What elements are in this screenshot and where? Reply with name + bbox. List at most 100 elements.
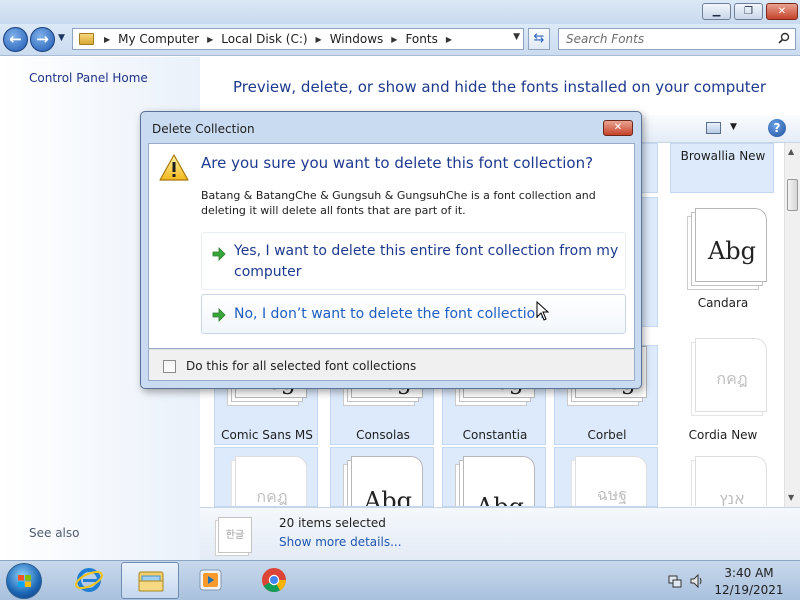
delete-collection-dialog: Delete Collection ✕ Are you sure you wan… (140, 111, 642, 389)
font-tile-cordia-new[interactable]: กคฎ Cordia New (670, 337, 774, 445)
volume-icon[interactable] (690, 574, 704, 588)
breadcrumb-local-disk[interactable]: Local Disk (C:) (218, 32, 310, 46)
internet-explorer-icon (75, 568, 103, 592)
taskbar-internet-explorer[interactable] (60, 562, 118, 599)
search-icon[interactable] (778, 32, 790, 44)
green-arrow-icon (212, 247, 226, 261)
font-file-icon: Abg (463, 456, 535, 507)
maximize-button[interactable]: ❐ (734, 3, 763, 20)
refresh-button[interactable]: ⇆ (528, 28, 550, 50)
taskbar: 3:40 AM 12/19/2021 (0, 560, 800, 600)
network-icon[interactable] (668, 574, 682, 588)
view-options-dropdown-icon[interactable]: ▼ (730, 122, 737, 132)
taskbar-media-player[interactable] (182, 562, 240, 599)
refresh-icon: ⇆ (533, 31, 545, 46)
clock-time[interactable]: 3:40 AM (712, 566, 786, 580)
font-tile[interactable]: ฉษฐ (554, 447, 658, 507)
search-input[interactable]: Search Fonts (558, 28, 796, 50)
font-sample: אנץ (719, 489, 745, 507)
font-sample: Abg (475, 493, 525, 507)
close-icon: ✕ (613, 122, 623, 133)
page-heading: Preview, delete, or show and hide the fo… (233, 78, 767, 96)
chrome-icon (262, 568, 286, 593)
control-panel-home-link[interactable]: Control Panel Home (29, 71, 148, 85)
font-tile[interactable]: אנץ (670, 447, 774, 507)
dialog-description: Batang & BatangChe & Gungsuh & GungsuhCh… (201, 189, 596, 217)
change-view-icon[interactable] (706, 122, 721, 134)
font-name: Consolas (356, 428, 410, 442)
breadcrumb-windows[interactable]: Windows (327, 32, 387, 46)
dialog-body: Are you sure you want to delete this fon… (148, 143, 635, 349)
window-titlebar: ▁ ❐ ✕ (0, 0, 800, 24)
apply-to-all-label[interactable]: Do this for all selected font collection… (186, 359, 416, 373)
media-player-icon (199, 569, 222, 591)
font-tile[interactable]: Abg (330, 447, 434, 507)
font-file-icon: ฉษฐ (575, 456, 647, 506)
start-button[interactable] (6, 563, 42, 599)
scroll-down-icon[interactable]: ▼ (788, 493, 794, 502)
navigation-bar: ← → ▼ ▶ My Computer ▶ Local Disk (C:) ▶ … (0, 24, 800, 56)
selection-count: 20 items selected (279, 516, 386, 530)
forward-button[interactable]: → (30, 27, 55, 52)
green-arrow-icon (212, 308, 226, 322)
close-button[interactable]: ✕ (766, 3, 798, 20)
breadcrumb-arrow-icon[interactable]: ▶ (311, 35, 327, 44)
apply-to-all-checkbox[interactable] (163, 360, 176, 373)
breadcrumb-arrow-icon[interactable]: ▶ (441, 35, 457, 44)
address-dropdown-icon[interactable]: ▼ (513, 32, 520, 42)
font-name: Comic Sans MS (221, 428, 313, 442)
delete-collection-no-option[interactable]: No, I don’t want to delete the font coll… (201, 294, 626, 334)
delete-collection-yes-option[interactable]: Yes, I want to delete this entire font c… (201, 232, 626, 290)
dialog-title: Delete Collection (152, 122, 255, 136)
font-tile-candara[interactable]: Abg Candara (670, 197, 774, 327)
font-file-icon: กคฎ (695, 338, 767, 412)
font-file-icon: กคฎ (235, 456, 307, 506)
close-icon: ✕ (777, 6, 787, 17)
breadcrumb-fonts[interactable]: Fonts (402, 32, 440, 46)
font-file-icon: Abg (351, 456, 423, 507)
forward-arrow-icon: → (36, 30, 49, 48)
taskbar-windows-explorer[interactable] (121, 562, 179, 599)
scrollbar-thumb[interactable] (787, 179, 798, 211)
font-tile-browallia[interactable]: Browallia New (670, 143, 774, 193)
clock-date[interactable]: 12/19/2021 (712, 583, 786, 597)
taskbar-chrome[interactable] (245, 562, 303, 599)
recent-pages-dropdown-icon[interactable]: ▼ (58, 33, 65, 43)
help-icon[interactable]: ? (768, 119, 786, 137)
windows-explorer-icon (138, 571, 164, 592)
scroll-up-icon[interactable]: ▲ (788, 147, 794, 156)
fonts-folder-icon (73, 29, 99, 49)
dialog-footer: Do this for all selected font collection… (148, 349, 635, 381)
address-bar[interactable]: ▶ My Computer ▶ Local Disk (C:) ▶ Window… (72, 28, 524, 50)
option-yes-label: Yes, I want to delete this entire font c… (234, 243, 619, 280)
option-no-label: No, I don’t want to delete the font coll… (234, 306, 545, 322)
back-arrow-icon: ← (9, 30, 22, 48)
font-sample: กคฎ (716, 369, 748, 388)
font-name: Cordia New (688, 428, 758, 442)
details-pane: 한글 20 items selected Show more details..… (200, 507, 800, 560)
minimize-button[interactable]: ▁ (702, 3, 731, 20)
font-name: Browallia New (680, 149, 766, 163)
dialog-question: Are you sure you want to delete this fon… (201, 154, 594, 172)
back-button[interactable]: ← (3, 27, 28, 52)
dialog-close-button[interactable]: ✕ (603, 120, 633, 136)
mouse-cursor-icon (536, 301, 550, 321)
breadcrumb-arrow-icon[interactable]: ▶ (386, 35, 402, 44)
font-file-icon: אנץ (695, 456, 767, 507)
windows-logo-icon (18, 575, 31, 587)
font-tile[interactable]: กคฎ (214, 447, 318, 507)
breadcrumb-arrow-icon[interactable]: ▶ (202, 35, 218, 44)
font-name: Candara (697, 296, 749, 310)
font-sample: Abg (707, 237, 757, 265)
breadcrumb-my-computer[interactable]: My Computer (115, 32, 202, 46)
minimize-icon: ▁ (712, 6, 721, 17)
font-sample: กคฎ (256, 487, 288, 506)
breadcrumb-root-arrow-icon[interactable]: ▶ (99, 35, 115, 44)
show-more-details-link[interactable]: Show more details... (279, 535, 402, 549)
vertical-scrollbar[interactable]: ▲ ▼ (784, 143, 800, 507)
font-tile[interactable]: Abg (442, 447, 546, 507)
font-sample: Abg (363, 487, 413, 507)
font-file-icon: Abg (695, 208, 767, 282)
font-file-icon: 한글 (218, 517, 252, 553)
warning-icon (159, 154, 189, 181)
